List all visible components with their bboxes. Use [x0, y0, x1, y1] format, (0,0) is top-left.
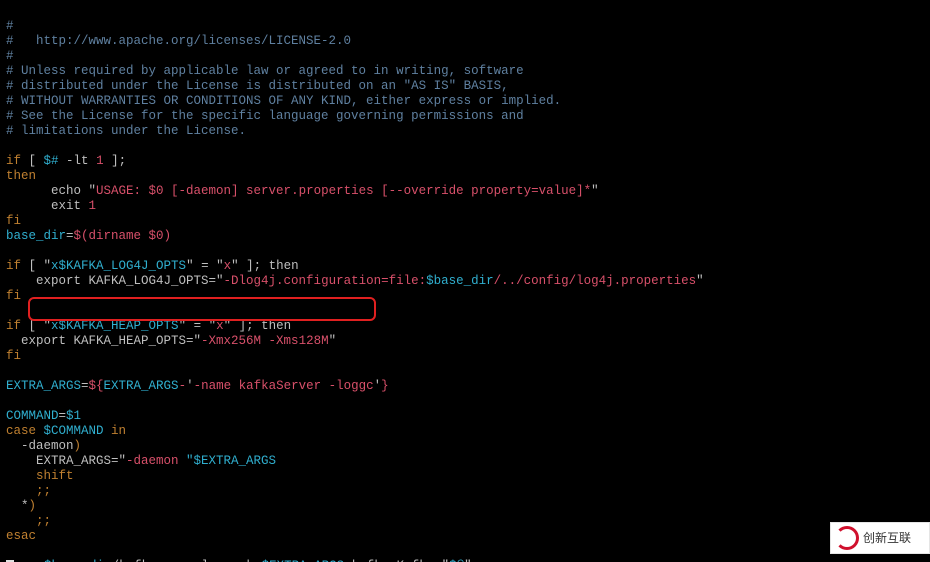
subst-close: ) [164, 229, 172, 243]
cond-mid: " = " [186, 259, 224, 273]
var-extra: EXTRA_ARGS [6, 379, 81, 393]
dash: - [179, 379, 187, 393]
daemon-str: -daemon [126, 454, 186, 468]
kw-if: if [6, 259, 21, 273]
brace-close: } [381, 379, 389, 393]
brace-open: ${ [89, 379, 104, 393]
var-ea: "$EXTRA_ARGS [186, 454, 276, 468]
export1: export KAFKA_LOG4J_OPTS=" [6, 274, 224, 288]
kw-if: if [6, 319, 21, 333]
cond-post: " ]; then [224, 319, 292, 333]
op-lt: -lt [59, 154, 97, 168]
heap-arg: -Xmx256M -Xms128M [201, 334, 329, 348]
kw-fi: fi [6, 214, 21, 228]
rparen: ) [29, 499, 37, 513]
log4j-arg: -Dlog4j.configuration=file: [224, 274, 427, 288]
license-line: # See the License for the specific langu… [6, 109, 524, 123]
kw-if: if [6, 154, 21, 168]
num-1: 1 [89, 199, 97, 213]
license-line: # limitations under the License. [6, 124, 246, 138]
eq: = [81, 379, 89, 393]
license-line: # Unless required by applicable law or a… [6, 64, 524, 78]
watermark: 创新互联 [830, 522, 930, 554]
var-log4j: x$KAFKA_LOG4J_OPTS [51, 259, 186, 273]
license-line: # WITHOUT WARRANTIES OR CONDITIONS OF AN… [6, 94, 561, 108]
sq: ' [186, 379, 194, 393]
license-line: # [6, 19, 14, 33]
pat-star: * [6, 499, 29, 513]
var-command: COMMAND [6, 409, 59, 423]
extra-str: -name kafkaServer -loggc [194, 379, 374, 393]
license-line: # http://www.apache.org/licenses/LICENSE… [6, 34, 351, 48]
kw-in: in [111, 424, 126, 438]
rparen: ) [74, 439, 82, 453]
x: x [224, 259, 232, 273]
kw-case: case [6, 424, 36, 438]
quote: " [89, 184, 97, 198]
quote: " [591, 184, 599, 198]
kw-esac: esac [6, 529, 36, 543]
var-extra-ref: EXTRA_ARGS [104, 379, 179, 393]
license-line: # [6, 49, 14, 63]
subst-open: $( [74, 229, 89, 243]
quote: " [329, 334, 337, 348]
pat-daemon: -daemon [6, 439, 74, 453]
dsemi: ;; [6, 484, 51, 498]
license-line: # distributed under the License is distr… [6, 79, 509, 93]
code-editor[interactable]: # # http://www.apache.org/licenses/LICEN… [0, 0, 930, 562]
num-1: 1 [96, 154, 104, 168]
cond-mid: " = " [179, 319, 217, 333]
kw-then: then [6, 169, 36, 183]
kw-fi: fi [6, 289, 21, 303]
bracket: [ [21, 154, 44, 168]
usage-string: USAGE: $0 [-daemon] server.properties [-… [96, 184, 591, 198]
var-dollar1: $1 [66, 409, 81, 423]
var-argc: $# [44, 154, 59, 168]
bracket: ]; [104, 154, 127, 168]
eq: = [66, 229, 74, 243]
watermark-text: 创新互联 [863, 531, 911, 546]
exit: exit [6, 199, 89, 213]
kw-fi: fi [6, 349, 21, 363]
sq: ' [374, 379, 382, 393]
dirname: dirname $0 [89, 229, 164, 243]
echo: echo [6, 184, 89, 198]
export2: export KAFKA_HEAP_OPTS=" [6, 334, 201, 348]
x: x [216, 319, 224, 333]
quote: " [696, 274, 704, 288]
cond-post: " ]; then [231, 259, 299, 273]
eq: = [59, 409, 67, 423]
var-basedir: base_dir [6, 229, 66, 243]
dsemi: ;; [6, 514, 51, 528]
var-basedir-ref: $base_dir [426, 274, 494, 288]
log4j-tail: /../config/log4j.properties [494, 274, 697, 288]
ea-assign: EXTRA_ARGS=" [6, 454, 126, 468]
var-heap: x$KAFKA_HEAP_OPTS [51, 319, 179, 333]
logo-swirl-icon [835, 526, 859, 550]
kw-shift: shift [6, 469, 74, 483]
case-var: $COMMAND [36, 424, 111, 438]
